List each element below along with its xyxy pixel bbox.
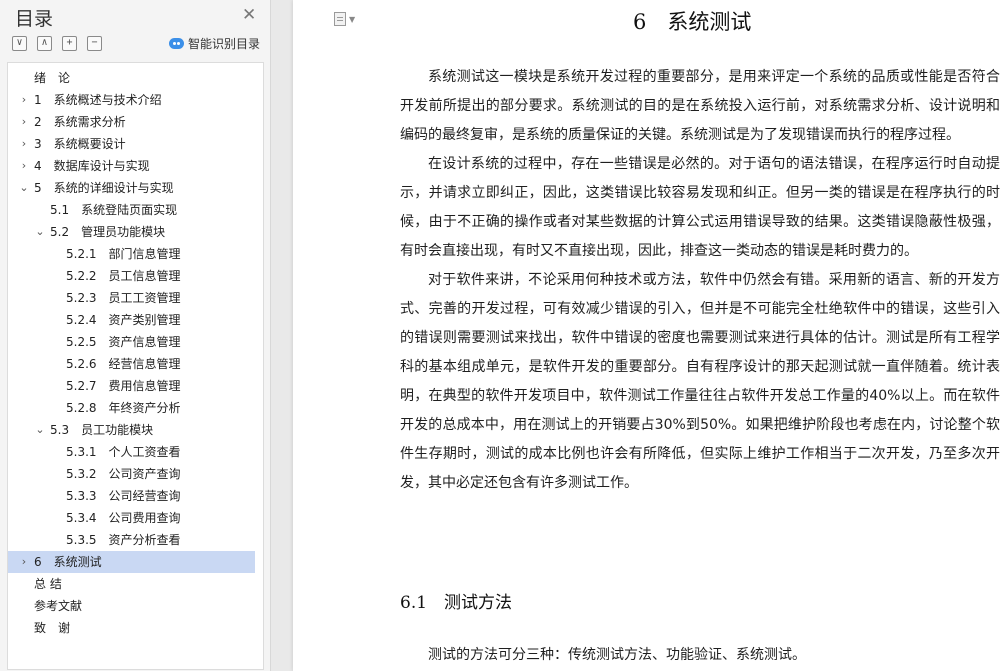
toc-item[interactable]: 绪 论 bbox=[8, 67, 255, 89]
page-menu-button[interactable]: ▼ bbox=[334, 12, 355, 26]
toc-panel: 目录 ✕ ∨ ∧ + − 智能识别目录 绪 论 › 1 系统概述与技术介绍 › 2 系统… bbox=[0, 0, 271, 671]
paragraph: 系统测试这一模块是系统开发过程的重要部分，是用来评定一个系统的品质或性能是否符合… bbox=[400, 69, 1000, 143]
toc-item-label: 3 系统概要设计 bbox=[34, 137, 126, 151]
chevron-down-icon[interactable]: ⌄ bbox=[34, 221, 46, 243]
toc-item[interactable]: ⌄ 5 系统的详细设计与实现 bbox=[8, 177, 255, 199]
toc-item-label: 5.2.5 资产信息管理 bbox=[66, 335, 181, 349]
toc-item-label: 5.2.2 员工信息管理 bbox=[66, 269, 181, 283]
toc-item[interactable]: › 2 系统需求分析 bbox=[8, 111, 255, 133]
toc-item-label: 5.2.3 员工工资管理 bbox=[66, 291, 181, 305]
chapter-title: 6 系统测试 bbox=[633, 10, 752, 34]
paragraph: 对于软件来讲，不论采用何种技术或方法，软件中仍然会有错。采用新的语言、新的开发方… bbox=[400, 272, 1000, 491]
toc-item-label: 5.3.4 公司费用查询 bbox=[66, 511, 181, 525]
smart-toc-label: 智能识别目录 bbox=[188, 37, 261, 51]
chevron-right-icon[interactable]: › bbox=[18, 551, 30, 573]
toc-item[interactable]: ⌄ 5.2 管理员功能模块 bbox=[8, 221, 255, 243]
toc-item[interactable]: 5.3.4 公司费用查询 bbox=[8, 507, 255, 529]
toc-item[interactable]: 5.3.3 公司经营查询 bbox=[8, 485, 255, 507]
document-area: ▼ 6 系统测试 系统测试这一模块是系统开发过程的重要部分，是用来评定一个系统的… bbox=[271, 0, 1007, 671]
toc-item[interactable]: 5.2.2 员工信息管理 bbox=[8, 265, 255, 287]
toc-item[interactable]: › 3 系统概要设计 bbox=[8, 133, 255, 155]
toc-title: 目录 bbox=[15, 8, 54, 30]
expand-level-button[interactable]: ∨ bbox=[12, 36, 27, 51]
toc-item-label: 5 系统的详细设计与实现 bbox=[34, 181, 174, 195]
chevron-right-icon[interactable]: › bbox=[18, 133, 30, 155]
toc-item-label: 绪 论 bbox=[34, 71, 71, 85]
toc-item-label: 6 系统测试 bbox=[34, 555, 102, 569]
toc-item-label: 5.2 管理员功能模块 bbox=[50, 225, 166, 239]
toc-item[interactable]: 5.2.7 费用信息管理 bbox=[8, 375, 255, 397]
close-icon[interactable]: ✕ bbox=[242, 5, 256, 25]
toc-item[interactable]: 总 结 bbox=[8, 573, 255, 595]
chevron-down-icon[interactable]: ⌄ bbox=[18, 177, 30, 199]
section-title: 6.1 测试方法 bbox=[400, 593, 513, 613]
caret-down-icon: ▼ bbox=[349, 14, 356, 24]
document-icon bbox=[334, 12, 346, 26]
toc-item-label: 5.3.1 个人工资查看 bbox=[66, 445, 181, 459]
paragraph: 测试的方法可分三种：传统测试方法、功能验证、系统测试。 bbox=[428, 647, 806, 663]
expand-all-button[interactable]: + bbox=[62, 36, 77, 51]
toc-item[interactable]: 5.1 系统登陆页面实现 bbox=[8, 199, 255, 221]
document-page: ▼ 6 系统测试 系统测试这一模块是系统开发过程的重要部分，是用来评定一个系统的… bbox=[293, 0, 1007, 671]
toc-item-label: 参考文献 bbox=[34, 599, 83, 613]
toc-item[interactable]: 5.2.5 资产信息管理 bbox=[8, 331, 255, 353]
toc-item[interactable]: 致 谢 bbox=[8, 617, 255, 639]
toc-item-label: 2 系统需求分析 bbox=[34, 115, 126, 129]
toc-item[interactable]: 5.2.8 年终资产分析 bbox=[8, 397, 255, 419]
collapse-all-button[interactable]: − bbox=[87, 36, 102, 51]
toc-item-label: 5.2.8 年终资产分析 bbox=[66, 401, 181, 415]
toc-item[interactable]: 5.2.1 部门信息管理 bbox=[8, 243, 255, 265]
toc-item[interactable]: 5.2.6 经营信息管理 bbox=[8, 353, 255, 375]
collapse-level-button[interactable]: ∧ bbox=[37, 36, 52, 51]
toc-item-label: 5.3.5 资产分析查看 bbox=[66, 533, 181, 547]
toc-item-label: 5.2.1 部门信息管理 bbox=[66, 247, 181, 261]
toc-item[interactable]: 5.3.2 公司资产查询 bbox=[8, 463, 255, 485]
toc-item-label: 5.2.4 资产类别管理 bbox=[66, 313, 181, 327]
toc-list: 绪 论 › 1 系统概述与技术介绍 › 2 系统需求分析 › 3 系统概要设计 › 4 数据库设… bbox=[7, 62, 264, 670]
toc-item[interactable]: › 6 系统测试 bbox=[8, 551, 255, 573]
toc-item[interactable]: ⌄ 5.3 员工功能模块 bbox=[8, 419, 255, 441]
toc-item[interactable]: › 1 系统概述与技术介绍 bbox=[8, 89, 255, 111]
toc-item-label: 5.3.3 公司经营查询 bbox=[66, 489, 181, 503]
toc-item-label: 5.3.2 公司资产查询 bbox=[66, 467, 181, 481]
toc-item[interactable]: › 4 数据库设计与实现 bbox=[8, 155, 255, 177]
toc-toolbar: ∨ ∧ + − bbox=[12, 36, 102, 51]
toc-item[interactable]: 5.2.3 员工工资管理 bbox=[8, 287, 255, 309]
toc-item-label: 5.3 员工功能模块 bbox=[50, 423, 154, 437]
paragraph: 在设计系统的过程中，存在一些错误是必然的。对于语句的语法错误，在程序运行时自动提… bbox=[400, 156, 1000, 259]
toc-header: 目录 ✕ ∨ ∧ + − 智能识别目录 bbox=[0, 0, 271, 60]
toc-item-label: 致 谢 bbox=[34, 621, 71, 635]
chevron-down-icon[interactable]: ⌄ bbox=[34, 419, 46, 441]
chevron-right-icon[interactable]: › bbox=[18, 89, 30, 111]
toc-item-label: 5.2.7 费用信息管理 bbox=[66, 379, 181, 393]
toc-item-label: 5.1 系统登陆页面实现 bbox=[50, 203, 178, 217]
toc-item[interactable]: 5.3.1 个人工资查看 bbox=[8, 441, 255, 463]
chevron-right-icon[interactable]: › bbox=[18, 155, 30, 177]
toc-item[interactable]: 5.3.5 资产分析查看 bbox=[8, 529, 255, 551]
toc-item-label: 5.2.6 经营信息管理 bbox=[66, 357, 181, 371]
toc-item[interactable]: 参考文献 bbox=[8, 595, 255, 617]
toc-item-label: 4 数据库设计与实现 bbox=[34, 159, 150, 173]
toc-item-label: 总 结 bbox=[34, 577, 62, 591]
chevron-right-icon[interactable]: › bbox=[18, 111, 30, 133]
smart-toc-button[interactable]: 智能识别目录 bbox=[169, 35, 260, 52]
toc-item[interactable]: 5.2.4 资产类别管理 bbox=[8, 309, 255, 331]
smart-toc-icon bbox=[169, 38, 184, 49]
toc-item-label: 1 系统概述与技术介绍 bbox=[34, 93, 162, 107]
